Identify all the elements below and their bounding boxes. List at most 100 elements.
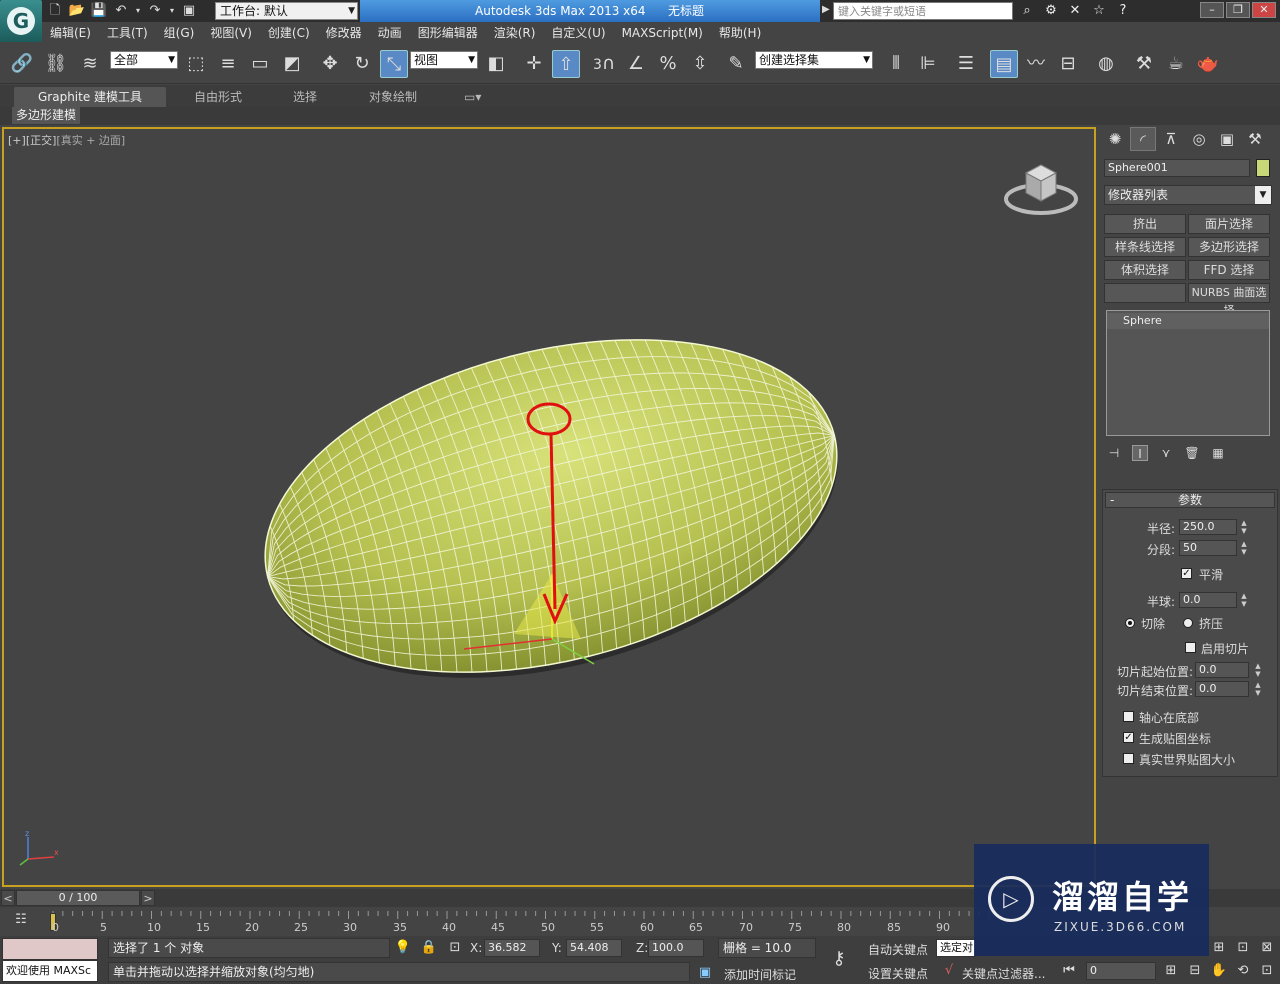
segments-input[interactable]: 50 <box>1179 540 1237 556</box>
help-icon[interactable]: ? <box>1114 2 1132 20</box>
undo-dropdown-icon[interactable]: ▾ <box>134 3 142 19</box>
menu-create[interactable]: 创建(C) <box>260 22 318 44</box>
key-filters-button[interactable]: 关键点过滤器... <box>962 965 1045 982</box>
select-and-link-icon[interactable]: 🔗 <box>8 50 36 78</box>
menu-tools[interactable]: 工具(T) <box>99 22 156 44</box>
select-by-name-icon[interactable]: ≡ <box>214 50 242 78</box>
rect-selection-region-icon[interactable]: ▭ <box>246 50 274 78</box>
restore-button[interactable]: ❐ <box>1226 2 1250 18</box>
slice-to-input[interactable]: 0.0 <box>1195 681 1249 697</box>
select-manipulate-icon[interactable]: ✛ <box>520 50 548 78</box>
viewcube[interactable] <box>1004 159 1078 220</box>
open-file-icon[interactable]: 📂 <box>68 3 86 19</box>
minimize-button[interactable]: – <box>1200 2 1224 18</box>
menu-edit[interactable]: 编辑(E) <box>42 22 99 44</box>
menu-group[interactable]: 组(G) <box>156 22 203 44</box>
gen-map-coords-checkbox[interactable]: ✓ <box>1123 732 1134 743</box>
add-time-tag[interactable]: 添加时间标记 <box>724 966 796 983</box>
reference-coordinate-dropdown[interactable]: 视图 ▼ <box>410 51 478 69</box>
parameters-rollout-header[interactable]: - 参数 <box>1105 492 1275 508</box>
modify-tab-icon[interactable]: ◜ <box>1130 127 1156 151</box>
layer-manager-icon[interactable]: ☰ <box>952 50 980 78</box>
slice-from-input[interactable]: 0.0 <box>1195 662 1249 678</box>
hemisphere-input[interactable]: 0.0 <box>1179 592 1237 608</box>
maximize-viewport-icon[interactable]: ⊡ <box>1258 962 1276 980</box>
prev-frame-button[interactable]: < <box>1 890 15 906</box>
perspective-viewport[interactable]: [+][正交][真实 + 边面] z x <box>2 127 1096 887</box>
graphite-toggle-icon[interactable]: ▤ <box>990 50 1018 78</box>
remove-modifier-icon[interactable]: 🗑 <box>1184 445 1200 461</box>
stack-item-sphere[interactable]: Sphere <box>1107 313 1269 329</box>
pivot-center-icon[interactable]: ◧ <box>482 50 510 78</box>
motion-tab-icon[interactable]: ◎ <box>1186 127 1212 151</box>
menu-rendering[interactable]: 渲染(R) <box>486 22 544 44</box>
time-tag-icon[interactable]: ▣ <box>696 964 714 982</box>
utilities-tab-icon[interactable]: ⚒ <box>1242 127 1268 151</box>
percent-snap-icon[interactable]: % <box>654 50 682 78</box>
z-coordinate-input[interactable]: 100.0 <box>648 939 704 957</box>
maxscript-input[interactable]: 欢迎使用 MAXSc <box>2 960 98 982</box>
next-frame-button[interactable]: > <box>141 890 155 906</box>
modifier-stack[interactable]: Sphere <box>1106 310 1270 436</box>
isolate-selection-icon[interactable]: 💡 <box>394 939 412 957</box>
material-editor-icon[interactable]: ◍ <box>1092 50 1120 78</box>
edit-named-selection-icon[interactable]: ✎ <box>722 50 750 78</box>
bind-space-warp-icon[interactable]: ≋ <box>76 50 104 78</box>
current-frame-input[interactable]: 0 <box>1086 962 1156 980</box>
snaps-toggle-icon[interactable]: 3∩ <box>590 50 618 78</box>
search-input[interactable]: 键入关键字或短语 <box>833 2 1013 20</box>
radius-spinner[interactable]: ▲ ▼ <box>1239 519 1249 535</box>
absolute-mode-icon[interactable]: ⊡ <box>446 939 464 957</box>
mirror-icon[interactable]: ⫴ <box>882 50 910 78</box>
pin-stack-icon[interactable]: ⊣ <box>1106 445 1122 461</box>
time-slider-thumb[interactable]: 0 / 100 <box>16 890 140 906</box>
base-to-pivot-checkbox[interactable] <box>1123 711 1134 722</box>
tab-selection[interactable]: 选择 <box>293 87 317 107</box>
modifier-list-dropdown[interactable]: 修改器列表 ▼ <box>1104 185 1272 205</box>
redo-icon[interactable]: ↷ <box>146 3 164 19</box>
rendered-frame-icon[interactable]: ☕ <box>1162 50 1190 78</box>
angle-snap-icon[interactable]: ∠ <box>622 50 650 78</box>
schematic-view-icon[interactable]: ⊟ <box>1054 50 1082 78</box>
maxscript-listener-mini[interactable] <box>2 938 98 960</box>
mini-curve-editor-icon[interactable]: ☷ <box>12 911 30 929</box>
empty-modifier-button[interactable] <box>1104 283 1186 303</box>
pan-view-icon[interactable]: ✋ <box>1210 962 1228 980</box>
ellipsoid-object[interactable] <box>4 129 1096 887</box>
auto-key-button[interactable]: 自动关键点 <box>868 941 928 958</box>
close-button[interactable]: ✕ <box>1252 2 1276 18</box>
ribbon-options-icon[interactable]: ▭▾ <box>464 87 481 107</box>
key-mode-dropdown[interactable]: 选定对 <box>936 939 976 957</box>
menu-modifiers[interactable]: 修改器 <box>318 22 370 44</box>
slice-on-checkbox[interactable] <box>1185 642 1196 653</box>
slice-from-spinner[interactable]: ▲ ▼ <box>1253 662 1263 678</box>
select-scale-icon[interactable]: ⤡ <box>380 50 408 78</box>
time-config-icon[interactable]: ⏮ <box>1060 962 1078 980</box>
create-tab-icon[interactable]: ✺ <box>1102 127 1128 151</box>
patch-select-button[interactable]: 面片选择 <box>1188 214 1270 234</box>
named-selection-dropdown[interactable]: 创建选择集 ▼ <box>755 51 873 69</box>
select-rotate-icon[interactable]: ↻ <box>348 50 376 78</box>
field-of-view-icon[interactable]: ⊠ <box>1258 939 1276 957</box>
save-icon[interactable]: 💾 <box>90 3 108 19</box>
keyboard-shortcut-override-icon[interactable]: ⇧ <box>552 50 580 78</box>
project-folder-icon[interactable]: ▣ <box>180 3 198 19</box>
viewcube-icon[interactable] <box>1004 159 1078 217</box>
communication-icon[interactable]: ✕ <box>1066 2 1084 20</box>
set-key-button[interactable]: 设置关键点 <box>868 965 928 982</box>
new-file-icon[interactable]: 🗋 <box>46 3 64 19</box>
show-end-result-icon[interactable]: I <box>1132 445 1148 461</box>
menu-graph-editors[interactable]: 图形编辑器 <box>410 22 486 44</box>
object-color-swatch[interactable] <box>1256 159 1270 177</box>
y-coordinate-input[interactable]: 54.408 <box>566 939 622 957</box>
binoculars-icon[interactable]: ⌕ <box>1018 2 1036 20</box>
render-setup-icon[interactable]: ⚒ <box>1130 50 1158 78</box>
key-filter-curve-icon[interactable]: √ <box>940 962 958 980</box>
volume-select-button[interactable]: 体积选择 <box>1104 260 1186 280</box>
time-config-icon-2[interactable]: ⊞ <box>1162 962 1180 980</box>
selection-filter-dropdown[interactable]: 全部 ▼ <box>110 51 178 69</box>
object-name-field[interactable]: Sphere001 <box>1104 159 1250 177</box>
tab-graphite-modeling[interactable]: Graphite 建模工具 <box>14 87 167 107</box>
polygon-modeling-panel[interactable]: 多边形建模 <box>12 107 81 124</box>
workspace-dropdown[interactable]: 工作台: 默认 ▼ <box>215 2 358 20</box>
